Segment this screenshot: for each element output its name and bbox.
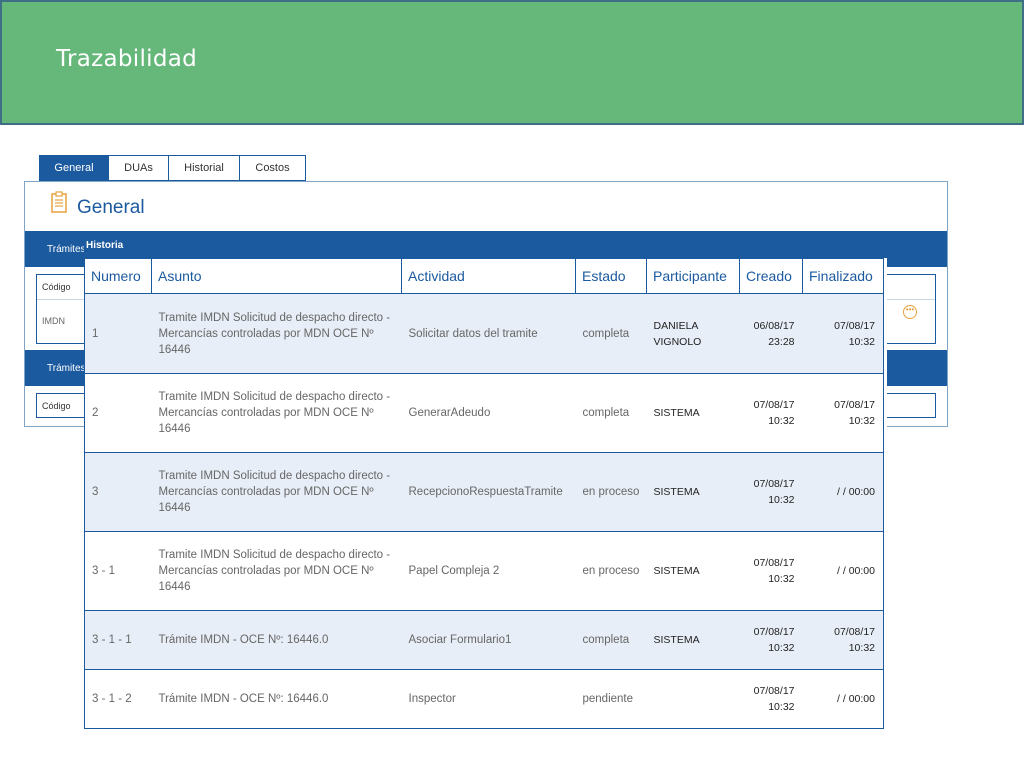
creado-time: 10:32 xyxy=(768,642,794,654)
col-header-estado: Estado xyxy=(576,259,647,294)
cell-asunto: Tramite IMDN Solicitud de despacho direc… xyxy=(152,294,402,374)
cell-estado: completa xyxy=(576,294,647,374)
tramites-section-label-2: Trámites xyxy=(47,363,86,374)
cell-actividad: GenerarAdeudo xyxy=(402,374,576,453)
cell-creado: 07/08/17 10:32 xyxy=(740,670,803,729)
cell-asunto: Tramite IMDN Solicitud de despacho direc… xyxy=(152,453,402,532)
finalizado-date: 07/08/17 xyxy=(834,399,875,411)
page-title: Trazabilidad xyxy=(56,46,197,72)
creado-date: 06/08/17 xyxy=(754,320,795,332)
tab-costos[interactable]: Costos xyxy=(240,155,306,181)
cell-numero: 3 xyxy=(85,453,152,532)
code-cell: IMDN xyxy=(42,316,65,326)
cell-numero: 3 - 1 - 2 xyxy=(85,670,152,729)
cell-estado: completa xyxy=(576,374,647,453)
cell-estado: completa xyxy=(576,611,647,670)
tab-general[interactable]: General xyxy=(39,155,109,181)
cell-finalizado: / / 00:00 xyxy=(803,453,884,532)
creado-time: 10:32 xyxy=(768,573,794,585)
col-header-asunto: Asunto xyxy=(152,259,402,294)
cell-actividad: Inspector xyxy=(402,670,576,729)
cell-estado: en proceso xyxy=(576,532,647,611)
creado-time: 10:32 xyxy=(768,494,794,506)
historia-table: Numero Asunto Actividad Estado Participa… xyxy=(84,258,884,729)
cell-participante: SISTEMA xyxy=(647,453,740,532)
cell-estado: pendiente xyxy=(576,670,647,729)
finalizado-time: 10:32 xyxy=(849,415,875,427)
col-header-actividad: Actividad xyxy=(402,259,576,294)
cell-asunto: Trámite IMDN - OCE Nº: 16446.0 xyxy=(152,611,402,670)
finalizado-date: 07/08/17 xyxy=(834,320,875,332)
cell-estado: en proceso xyxy=(576,453,647,532)
creado-date: 07/08/17 xyxy=(754,399,795,411)
col-header-finalizado: Finalizado xyxy=(803,259,884,294)
code-header: Código xyxy=(42,282,71,292)
finalizado-time: 10:32 xyxy=(849,642,875,654)
cell-finalizado: / / 00:00 xyxy=(803,670,884,729)
cell-finalizado: 07/08/17 10:32 xyxy=(803,611,884,670)
finalizado-date: 07/08/17 xyxy=(834,626,875,638)
cell-numero: 3 - 1 - 1 xyxy=(85,611,152,670)
cell-finalizado: / / 00:00 xyxy=(803,532,884,611)
code-header-2: Código xyxy=(42,401,71,411)
historia-panel: Historia Numero Asunto Actividad Estado … xyxy=(84,238,887,728)
creado-date: 07/08/17 xyxy=(754,557,795,569)
creado-time: 23:28 xyxy=(768,336,794,348)
cell-numero: 2 xyxy=(85,374,152,453)
creado-date: 07/08/17 xyxy=(754,478,795,490)
cell-participante xyxy=(647,670,740,729)
cell-participante: SISTEMA xyxy=(647,532,740,611)
clipboard-icon xyxy=(51,191,67,213)
cell-creado: 07/08/17 10:32 xyxy=(740,611,803,670)
table-row[interactable]: 3 - 1 - 2 Trámite IMDN - OCE Nº: 16446.0… xyxy=(85,670,884,729)
general-heading: General xyxy=(77,197,145,219)
cell-numero: 1 xyxy=(85,294,152,374)
cell-actividad: Asociar Formulario1 xyxy=(402,611,576,670)
tab-historial[interactable]: Historial xyxy=(169,155,240,181)
cell-finalizado: 07/08/17 10:32 xyxy=(803,294,884,374)
cell-creado: 06/08/17 23:28 xyxy=(740,294,803,374)
cell-participante: SISTEMA xyxy=(647,374,740,453)
cell-creado: 07/08/17 10:32 xyxy=(740,374,803,453)
col-header-numero: Numero xyxy=(85,259,152,294)
cell-actividad: Solicitar datos del tramite xyxy=(402,294,576,374)
cell-actividad: Papel Compleja 2 xyxy=(402,532,576,611)
cell-actividad: RecepcionoRespuestaTramite xyxy=(402,453,576,532)
cell-asunto: Trámite IMDN - OCE Nº: 16446.0 xyxy=(152,670,402,729)
historia-title: Historia xyxy=(84,238,887,258)
cell-numero: 3 - 1 xyxy=(85,532,152,611)
tab-bar: General DUAs Historial Costos xyxy=(39,155,306,181)
cell-creado: 07/08/17 10:32 xyxy=(740,453,803,532)
tab-duas[interactable]: DUAs xyxy=(109,155,169,181)
creado-date: 07/08/17 xyxy=(754,685,795,697)
cell-participante: SISTEMA xyxy=(647,611,740,670)
tramites-section-label: Trámites xyxy=(47,244,86,255)
col-header-creado: Creado xyxy=(740,259,803,294)
creado-time: 10:32 xyxy=(768,415,794,427)
table-row[interactable]: 3 Tramite IMDN Solicitud de despacho dir… xyxy=(85,453,884,532)
cell-creado: 07/08/17 10:32 xyxy=(740,532,803,611)
cell-asunto: Tramite IMDN Solicitud de despacho direc… xyxy=(152,374,402,453)
creado-date: 07/08/17 xyxy=(754,626,795,638)
creado-time: 10:32 xyxy=(768,701,794,713)
table-row[interactable]: 3 - 1 - 1 Trámite IMDN - OCE Nº: 16446.0… xyxy=(85,611,884,670)
cell-asunto: Tramite IMDN Solicitud de despacho direc… xyxy=(152,532,402,611)
table-header-row: Numero Asunto Actividad Estado Participa… xyxy=(85,259,884,294)
cell-finalizado: 07/08/17 10:32 xyxy=(803,374,884,453)
more-options-icon[interactable]: ••• xyxy=(903,305,917,319)
header-banner: Trazabilidad xyxy=(0,0,1024,125)
table-row[interactable]: 2 Tramite IMDN Solicitud de despacho dir… xyxy=(85,374,884,453)
cell-participante: DANIELA VIGNOLO xyxy=(647,294,740,374)
finalizado-time: 10:32 xyxy=(849,336,875,348)
col-header-participante: Participante xyxy=(647,259,740,294)
table-row[interactable]: 3 - 1 Tramite IMDN Solicitud de despacho… xyxy=(85,532,884,611)
table-row[interactable]: 1 Tramite IMDN Solicitud de despacho dir… xyxy=(85,294,884,374)
